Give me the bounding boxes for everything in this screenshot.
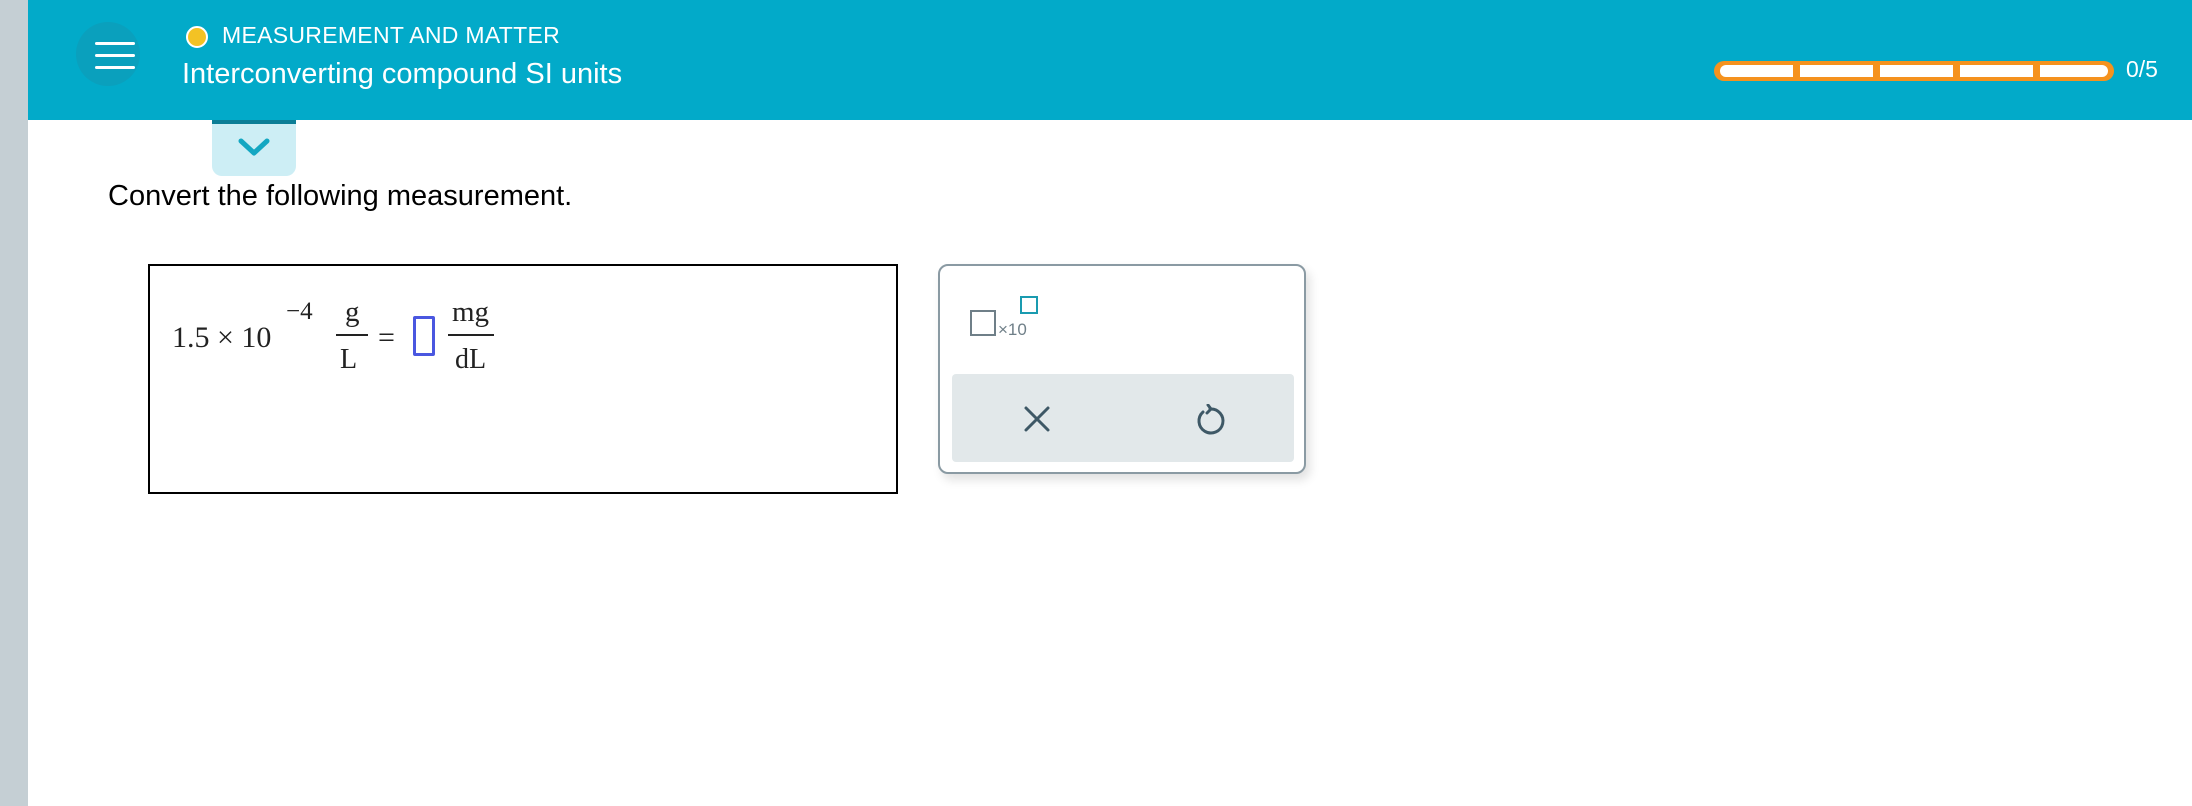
from-unit-denominator: L bbox=[340, 344, 358, 375]
progress-segment bbox=[2040, 65, 2108, 77]
clear-button[interactable] bbox=[952, 374, 1123, 462]
undo-icon bbox=[1197, 404, 1225, 435]
progress-count: 0/5 bbox=[2126, 56, 2158, 82]
hamburger-menu-button[interactable] bbox=[76, 22, 140, 86]
exponent-box-icon bbox=[1020, 296, 1038, 314]
from-unit-numerator: g bbox=[345, 296, 360, 328]
times-ten-label: ×10 bbox=[998, 320, 1027, 339]
collapse-toggle-button[interactable] bbox=[212, 120, 296, 176]
hamburger-menu-icon bbox=[95, 42, 135, 45]
coefficient: 1.5 × 10 bbox=[172, 321, 272, 354]
scientific-notation-button[interactable]: ×10 bbox=[970, 294, 1050, 342]
progress-bar bbox=[1714, 61, 2114, 81]
action-bar bbox=[952, 374, 1294, 462]
question-prompt: Convert the following measurement. bbox=[108, 180, 573, 212]
topic-status-dot bbox=[186, 26, 208, 48]
progress-segment bbox=[1880, 65, 1953, 77]
undo-button[interactable] bbox=[1123, 374, 1294, 462]
fraction-bar bbox=[448, 334, 494, 336]
to-unit-numerator: mg bbox=[452, 296, 490, 328]
chevron-down-icon bbox=[238, 138, 270, 156]
question-box: 1.5 × 10 −4 g L = mg dL bbox=[148, 264, 898, 494]
fraction-bar bbox=[336, 334, 368, 336]
topic-label: MEASUREMENT AND MATTER bbox=[222, 22, 560, 48]
exponent: −4 bbox=[286, 298, 313, 325]
to-unit-denominator: dL bbox=[455, 344, 487, 375]
progress-segment bbox=[1720, 65, 1793, 77]
left-edge-strip bbox=[0, 0, 28, 806]
scientific-notation-icon bbox=[970, 310, 996, 336]
answer-input[interactable] bbox=[413, 316, 435, 356]
answer-tools-panel: ×10 bbox=[938, 264, 1306, 474]
page-title: Interconverting compound SI units bbox=[182, 58, 623, 90]
equals-sign: = bbox=[378, 321, 395, 354]
progress-segment bbox=[1960, 65, 2033, 77]
progress-segment bbox=[1800, 65, 1873, 77]
x-icon bbox=[1024, 406, 1050, 432]
